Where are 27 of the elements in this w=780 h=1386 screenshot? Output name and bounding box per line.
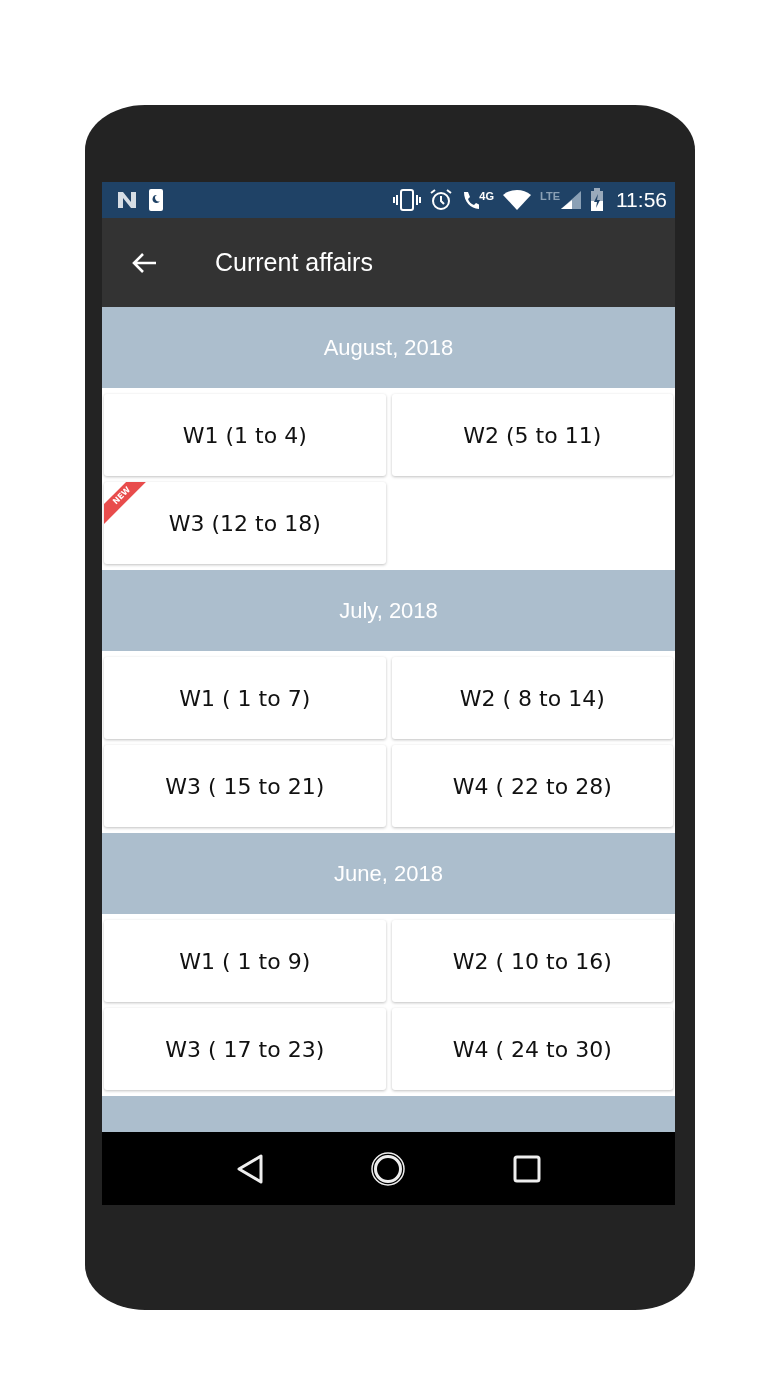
- month-header: July, 2018: [102, 570, 675, 651]
- vibrate-icon: [393, 189, 422, 211]
- wifi-icon: [502, 189, 533, 211]
- clock-time: 11:56: [616, 188, 667, 212]
- week-card[interactable]: W2 ( 8 to 14): [391, 657, 673, 739]
- week-card[interactable]: W4 ( 24 to 30): [391, 1008, 673, 1090]
- month-header: June, 2018: [102, 833, 675, 914]
- week-card[interactable]: W3 ( 15 to 21): [104, 745, 386, 827]
- lte-label: LTE: [540, 190, 560, 202]
- week-card[interactable]: W1 (1 to 4): [104, 394, 386, 476]
- week-card[interactable]: W1 ( 1 to 9): [104, 920, 386, 1002]
- recents-nav-button[interactable]: [512, 1153, 543, 1184]
- signal-icon: [560, 190, 582, 210]
- network-type-label: 4G: [479, 190, 495, 202]
- home-nav-button[interactable]: [370, 1150, 407, 1187]
- battery-icon: [590, 188, 604, 212]
- week-card[interactable]: W2 (5 to 11): [391, 394, 673, 476]
- back-button[interactable]: [130, 250, 158, 275]
- phone-call-icon: [461, 190, 480, 210]
- month-header: August, 2018: [102, 307, 675, 388]
- week-card[interactable]: W3 ( 17 to 23): [104, 1008, 386, 1090]
- week-card[interactable]: W4 ( 22 to 28): [391, 745, 673, 827]
- alarm-clock-icon: [429, 188, 454, 212]
- screen-title: Current affairs: [215, 248, 373, 277]
- week-card[interactable]: W1 ( 1 to 7): [104, 657, 386, 739]
- week-card[interactable]: W2 ( 10 to 16): [391, 920, 673, 1002]
- phone-moon-icon: [148, 188, 164, 212]
